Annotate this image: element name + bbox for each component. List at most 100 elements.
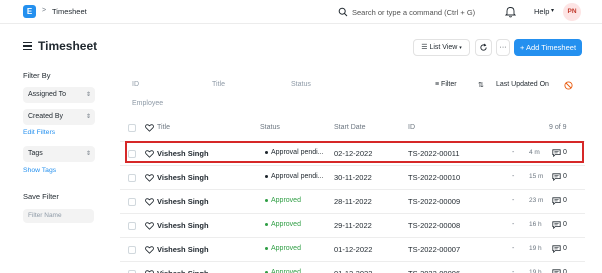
- row-dash: -: [512, 221, 515, 228]
- comment-icon: [552, 269, 561, 273]
- sort-by-button[interactable]: Last Updated On: [496, 81, 549, 88]
- status-badge: Approved: [265, 245, 301, 252]
- tags-label: Tags: [28, 150, 43, 157]
- created-by-select[interactable]: Created By ⇕: [23, 109, 95, 125]
- row-title[interactable]: Vishesh Singh: [157, 221, 209, 230]
- filter-button[interactable]: ≡ Filter: [435, 81, 457, 88]
- row-checkbox[interactable]: [128, 222, 136, 230]
- start-date: 30-11-2022: [334, 173, 372, 182]
- row-title[interactable]: Vishesh Singh: [157, 173, 209, 182]
- comment-icon: [552, 197, 561, 205]
- help-menu[interactable]: Help: [534, 7, 549, 16]
- heart-icon[interactable]: [145, 222, 154, 230]
- save-filter-heading: Save Filter: [23, 192, 59, 201]
- heart-icon[interactable]: [145, 198, 154, 206]
- status-dot: [265, 246, 268, 250]
- status-badge: Approval pendi...: [265, 173, 324, 180]
- breadcrumb-separator: >: [42, 7, 47, 14]
- comment-icon: [552, 245, 561, 253]
- list-view-button[interactable]: ☰ List View ▾: [413, 39, 470, 56]
- select-caret-icon: ⇕: [85, 151, 91, 157]
- tags-select[interactable]: Tags ⇕: [23, 146, 95, 162]
- assigned-to-select[interactable]: Assigned To ⇕: [23, 87, 95, 103]
- status-dot: [265, 174, 268, 178]
- avatar[interactable]: PN: [563, 3, 581, 21]
- table-row[interactable]: Vishesh Singh Approved 29-11-2022 TS-2022-0…: [120, 213, 585, 237]
- highlight-box: [125, 141, 584, 163]
- refresh-button[interactable]: [475, 39, 492, 56]
- sidebar-toggle-icon[interactable]: [23, 42, 32, 50]
- list-view-icon: ☰: [421, 44, 428, 51]
- status-label: Approved: [271, 221, 301, 228]
- modified-ago: 16 h: [529, 221, 542, 228]
- row-title[interactable]: Vishesh Singh: [157, 269, 209, 273]
- row-checkbox[interactable]: [128, 198, 136, 206]
- breadcrumb-timesheet[interactable]: Timesheet: [52, 7, 87, 16]
- select-all-checkbox[interactable]: [128, 124, 136, 132]
- row-dash: -: [512, 197, 515, 204]
- status-filter-input[interactable]: Status: [291, 81, 311, 88]
- status-label: Approved: [271, 197, 301, 204]
- start-date-column-header: Start Date: [334, 124, 366, 131]
- row-title[interactable]: Vishesh Singh: [157, 245, 209, 254]
- start-date: 28-11-2022: [334, 197, 372, 206]
- heart-icon[interactable]: [145, 174, 154, 182]
- modified-ago: 19 h: [529, 245, 542, 252]
- heart-icon[interactable]: [145, 124, 154, 132]
- row-checkbox[interactable]: [128, 174, 136, 182]
- app-logo[interactable]: E: [23, 5, 36, 18]
- comment-count: 0: [563, 197, 567, 204]
- status-dot: [265, 222, 268, 226]
- table-row[interactable]: Vishesh Singh Approval pendi... 30-11-2022…: [120, 165, 585, 189]
- refresh-icon: [480, 43, 487, 51]
- status-label: Approved: [271, 245, 301, 252]
- record-id: TS-2022-00006: [408, 269, 460, 273]
- table-row[interactable]: Vishesh Singh Approved 01-12-2022 TS-2022-0…: [120, 237, 585, 261]
- filter-name-input[interactable]: Filter Name: [23, 209, 94, 223]
- assigned-to-label: Assigned To: [28, 91, 67, 98]
- comment-count: 0: [563, 245, 567, 252]
- record-id: TS-2022-00007: [408, 245, 461, 254]
- status-label: Approval pendi...: [271, 173, 324, 180]
- title-column-header: Title: [157, 124, 170, 131]
- sort-direction-button[interactable]: ⇅: [478, 81, 484, 89]
- row-dash: -: [512, 269, 515, 273]
- record-id: TS-2022-00010: [408, 173, 461, 182]
- filter-by-heading: Filter By: [23, 71, 51, 80]
- id-column-header: ID: [408, 124, 415, 131]
- record-id: TS-2022-00008: [408, 221, 461, 230]
- search-placeholder: Search or type a command (Ctrl + G): [352, 8, 476, 17]
- title-filter-input[interactable]: Title: [212, 81, 225, 88]
- comment-icon: [552, 173, 561, 181]
- row-checkbox[interactable]: [128, 246, 136, 254]
- chevron-down-icon: ▾: [551, 8, 555, 14]
- clear-filters-icon[interactable]: [564, 81, 573, 90]
- table-row[interactable]: Vishesh Singh Approved 01-12-2022 TS-2022-0…: [120, 261, 585, 273]
- record-id: TS-2022-00009: [408, 197, 461, 206]
- row-title[interactable]: Vishesh Singh: [157, 197, 209, 206]
- row-dash: -: [512, 173, 515, 180]
- status-badge: Approved: [265, 269, 301, 273]
- status-column-header: Status: [260, 124, 280, 131]
- status-badge: Approved: [265, 221, 301, 228]
- select-caret-icon: ⇕: [85, 92, 91, 98]
- more-menu-button[interactable]: ···: [496, 39, 510, 56]
- status-badge: Approved: [265, 197, 301, 204]
- filter-button-label: Filter: [441, 81, 457, 88]
- search-bar[interactable]: Search or type a command (Ctrl + G): [334, 3, 484, 21]
- add-timesheet-button[interactable]: + Add Timesheet: [514, 39, 582, 56]
- navbar: E > Timesheet Search or type a command (…: [0, 0, 602, 24]
- notification-bell-icon[interactable]: [505, 6, 516, 18]
- modified-ago: 19 h: [529, 269, 542, 273]
- show-tags-link[interactable]: Show Tags: [23, 167, 56, 174]
- start-date: 29-11-2022: [334, 221, 372, 230]
- select-caret-icon: ⇕: [85, 114, 91, 120]
- id-filter-input[interactable]: ID: [132, 81, 139, 88]
- table-row[interactable]: Vishesh Singh Approved 28-11-2022 TS-2022-0…: [120, 189, 585, 213]
- start-date: 01-12-2022: [334, 245, 373, 254]
- modified-ago: 15 m: [529, 173, 544, 180]
- search-icon: [338, 7, 348, 17]
- heart-icon[interactable]: [145, 246, 154, 254]
- employee-filter-input[interactable]: Employee: [132, 100, 163, 107]
- edit-filters-link[interactable]: Edit Filters: [23, 129, 55, 136]
